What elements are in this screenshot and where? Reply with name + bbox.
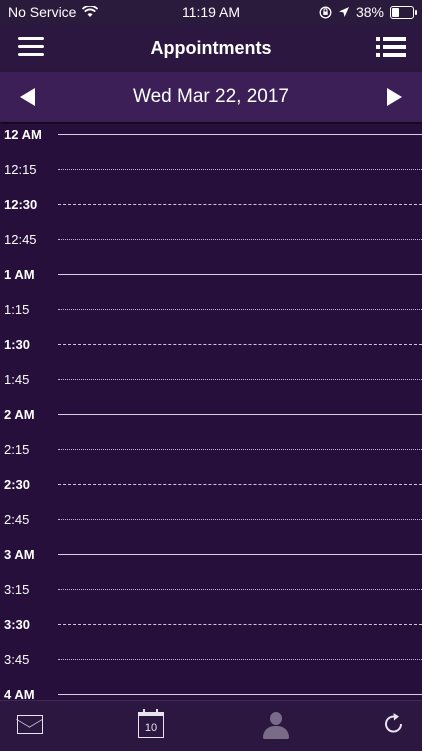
time-slot[interactable]: 3:30: [0, 614, 422, 649]
triangle-left-icon[interactable]: [20, 88, 35, 106]
time-slot-divider: [58, 449, 422, 450]
time-slot-label: 2 AM: [4, 407, 35, 422]
time-slot-label: 12:30: [4, 197, 38, 212]
time-slot[interactable]: 1:30: [0, 334, 422, 369]
nav-bar: Appointments: [0, 24, 422, 72]
location-arrow-icon: [338, 7, 349, 17]
day-timeline: 12 AM 12:15 12:30 12:45 1 AM 1:15 1:30 1:45 2 AM…: [0, 124, 422, 700]
time-slot-label: 12 AM: [4, 127, 42, 142]
battery-icon: [390, 5, 417, 19]
time-slot-divider: [58, 659, 422, 660]
list-icon[interactable]: [376, 37, 406, 59]
time-slot[interactable]: 12:30: [0, 194, 422, 229]
time-slot-divider: [58, 309, 422, 310]
time-slot[interactable]: 3:15: [0, 579, 422, 614]
time-slot-divider: [58, 169, 422, 170]
time-slot-divider: [58, 239, 422, 240]
time-slot-label: 4 AM: [4, 687, 35, 700]
time-slot-label: 2:45: [4, 512, 30, 527]
time-slot[interactable]: 2 AM: [0, 404, 422, 439]
time-slot-divider: [58, 519, 422, 520]
orientation-lock-icon: [319, 6, 332, 18]
time-slot[interactable]: 12:15: [0, 159, 422, 194]
triangle-right-icon[interactable]: [387, 88, 402, 106]
time-slot-divider: [58, 204, 422, 205]
time-slot[interactable]: 2:45: [0, 509, 422, 544]
status-bar: No Service 11:19 AM 38%: [0, 0, 422, 24]
time-slot-label: 1:15: [4, 302, 30, 317]
status-right: 38%: [319, 4, 417, 20]
time-slot[interactable]: 12 AM: [0, 124, 422, 159]
time-slot-label: 3 AM: [4, 547, 35, 562]
calendar-day-number: 10: [144, 722, 158, 734]
time-slot-label: 1 AM: [4, 267, 35, 282]
time-slot-label: 2:30: [4, 477, 31, 492]
time-slot-divider: [58, 589, 422, 590]
time-slot-label: 3:45: [4, 652, 30, 667]
time-slot-label: 12:45: [4, 232, 37, 247]
time-slot-label: 2:15: [4, 442, 30, 457]
time-slot[interactable]: 1:15: [0, 299, 422, 334]
time-slot-divider: [58, 344, 422, 345]
time-slot-label: 1:30: [4, 337, 31, 352]
date-bar: Wed Mar 22, 2017: [0, 72, 422, 122]
time-slot[interactable]: 3 AM: [0, 544, 422, 579]
battery-percent: 38%: [355, 4, 384, 20]
time-slot[interactable]: 12:45: [0, 229, 422, 264]
time-slot-label: 1:45: [4, 372, 30, 387]
time-slot[interactable]: 3:45: [0, 649, 422, 684]
time-slot[interactable]: 2:30: [0, 474, 422, 509]
time-slot-divider: [58, 414, 422, 415]
time-slot-divider: [58, 379, 422, 380]
time-slot-divider: [58, 554, 422, 555]
time-slot-divider: [58, 134, 422, 135]
battery-fill: [392, 7, 399, 17]
tab-bar: 10: [0, 700, 422, 751]
time-slot-divider: [58, 274, 422, 275]
refresh-icon[interactable]: [382, 712, 406, 736]
calendar-icon[interactable]: 10: [138, 709, 164, 738]
time-slot[interactable]: 1:45: [0, 369, 422, 404]
time-slot[interactable]: 2:15: [0, 439, 422, 474]
hamburger-menu-icon[interactable]: [18, 37, 44, 59]
time-slot-label: 3:30: [4, 617, 31, 632]
current-date[interactable]: Wed Mar 22, 2017: [133, 86, 289, 108]
time-slot-divider: [58, 694, 422, 695]
time-slot-divider: [58, 624, 422, 625]
time-slot-label: 12:15: [4, 162, 37, 177]
time-slot[interactable]: 4 AM: [0, 684, 422, 700]
time-slot-divider: [58, 484, 422, 485]
mail-icon[interactable]: [17, 715, 43, 734]
page-title: Appointments: [150, 37, 272, 58]
time-slot[interactable]: 1 AM: [0, 264, 422, 299]
contacts-icon[interactable]: [260, 711, 292, 741]
time-slot-label: 3:15: [4, 582, 30, 597]
